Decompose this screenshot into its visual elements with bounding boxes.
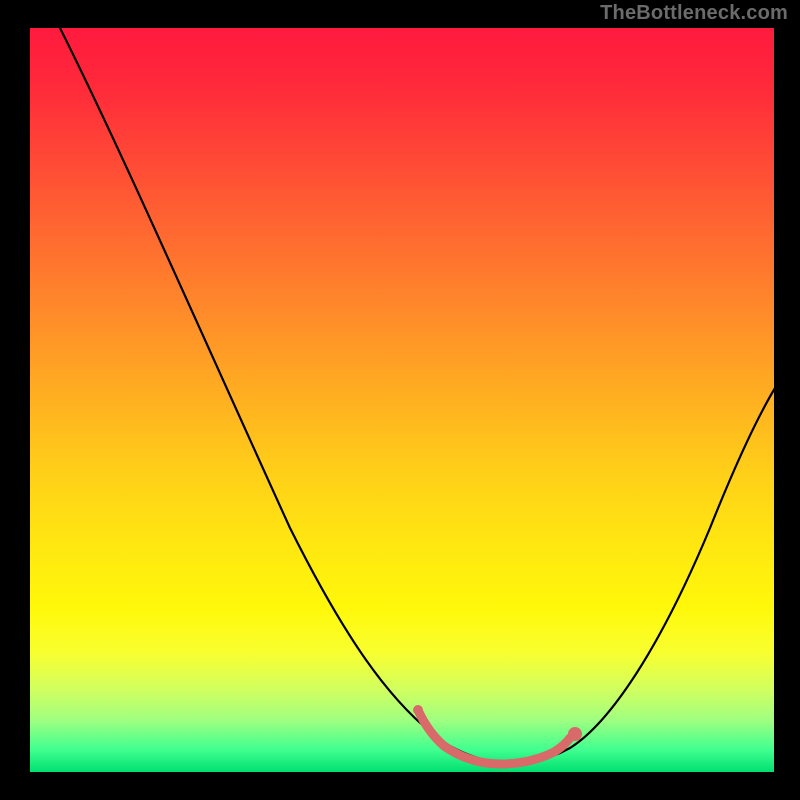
highlight-marker-end-dot bbox=[568, 727, 582, 741]
highlight-marker-start-dot bbox=[413, 705, 423, 715]
watermark-text: TheBottleneck.com bbox=[600, 2, 788, 25]
highlight-marker bbox=[30, 28, 774, 772]
highlight-marker-path bbox=[418, 710, 570, 764]
chart-stage: TheBottleneck.com bbox=[0, 0, 800, 800]
